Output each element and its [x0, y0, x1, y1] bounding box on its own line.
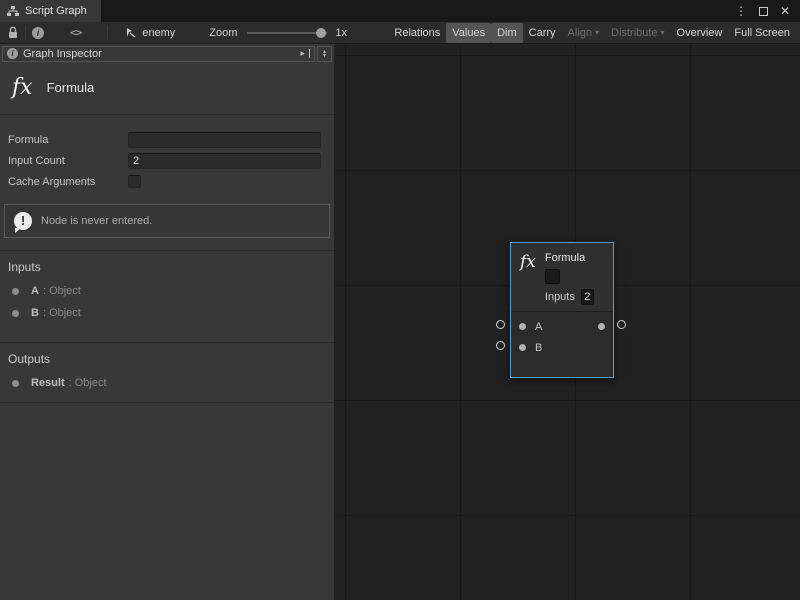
input-count-field-row: Input Count: [0, 150, 334, 171]
distribute-button[interactable]: Distribute ▾: [605, 23, 670, 43]
zoom-value: 1x: [335, 27, 347, 39]
formula-input[interactable]: [128, 132, 321, 148]
inputs-section-title: Inputs: [0, 251, 334, 280]
tab-label: Script Graph: [25, 5, 87, 17]
port-dot: [12, 380, 19, 387]
align-label: Align: [568, 27, 592, 39]
menu-icon[interactable]: ⋮: [735, 5, 747, 17]
input-count-label: Input Count: [8, 155, 128, 167]
maximize-icon[interactable]: [759, 7, 768, 16]
zoom-slider[interactable]: [247, 32, 327, 34]
graph-canvas[interactable]: fx Formula Inputs 2 A: [335, 44, 800, 600]
formula-node[interactable]: fx Formula Inputs 2 A: [510, 242, 614, 378]
arrow-down-icon: ▼: [322, 54, 327, 58]
connection-point-b[interactable]: [496, 341, 505, 350]
unit-title-block: fx Formula: [0, 63, 334, 115]
graph-inspector-panel: i Graph Inspector ▸ ▲ ▼ fx Formula Formu…: [0, 44, 335, 600]
dock-right-icon[interactable]: ▸: [300, 49, 310, 58]
port-dot: [12, 310, 19, 317]
connection-point-result[interactable]: [617, 320, 626, 329]
port-type: : Object: [43, 307, 81, 319]
inspector-header: i Graph Inspector ▸ ▲ ▼: [0, 44, 334, 63]
warning-icon: !: [14, 212, 32, 230]
port-label: A: [535, 321, 542, 333]
node-formula-input[interactable]: [545, 269, 560, 284]
info-icon: i: [7, 48, 18, 59]
input-port-b[interactable]: [519, 344, 526, 351]
connection-point-a[interactable]: [496, 320, 505, 329]
port-dot: [12, 288, 19, 295]
window-controls: ⋮ ✕: [735, 0, 800, 22]
port-name: Result: [31, 377, 65, 389]
relations-button[interactable]: Relations: [388, 23, 446, 43]
tab-script-graph[interactable]: Script Graph: [0, 0, 101, 22]
close-icon[interactable]: ✕: [780, 5, 790, 17]
node-inputs-row: Inputs 2: [545, 289, 594, 305]
port-name: B: [31, 307, 39, 319]
input-count-input[interactable]: [128, 153, 321, 169]
outputs-section-title: Outputs: [0, 343, 334, 372]
node-ports: A B: [511, 311, 613, 377]
input-port-a[interactable]: [519, 323, 526, 330]
lock-icon[interactable]: [7, 26, 19, 39]
dim-button[interactable]: Dim: [491, 23, 523, 43]
carry-button[interactable]: Carry: [523, 23, 562, 43]
titlebar: Script Graph ⋮ ✕: [0, 0, 800, 22]
distribute-label: Distribute: [611, 27, 657, 39]
formula-field-row: Formula: [0, 129, 334, 150]
code-icon[interactable]: <>: [70, 26, 81, 39]
formula-label: Formula: [8, 134, 128, 146]
cache-arguments-field-row: Cache Arguments: [0, 171, 334, 192]
zoom-label: Zoom: [209, 27, 237, 39]
stepper-icon[interactable]: ▲ ▼: [317, 46, 332, 62]
full-screen-button[interactable]: Full Screen: [728, 23, 796, 43]
node-inputs-label: Inputs: [545, 291, 575, 303]
toolbar: i <> enemy Zoom 1x Relations Values Dim …: [0, 22, 800, 44]
warning-text: Node is never entered.: [41, 215, 152, 227]
object-pointer-icon: [126, 27, 137, 38]
fx-icon: fx: [12, 75, 33, 100]
output-port-result[interactable]: [598, 323, 605, 330]
port-row-a: A: [511, 316, 613, 337]
inputs-section: Inputs A : Object B : Object: [0, 250, 334, 330]
unit-name: Formula: [47, 80, 95, 95]
toolbar-separator: [107, 26, 108, 40]
info-icon[interactable]: i: [32, 27, 44, 39]
cache-arguments-label: Cache Arguments: [8, 176, 128, 188]
values-button[interactable]: Values: [446, 23, 491, 43]
toolbar-separator: [25, 26, 26, 40]
overview-button[interactable]: Overview: [671, 23, 729, 43]
output-row-result: Result : Object: [0, 372, 334, 394]
port-type: : Object: [43, 285, 81, 297]
graph-owner[interactable]: enemy: [126, 27, 175, 39]
fx-icon: fx: [520, 252, 536, 305]
formula-node-header: fx Formula Inputs 2: [511, 243, 613, 311]
align-button[interactable]: Align ▾: [562, 23, 605, 43]
warning-box: ! Node is never entered.: [4, 204, 330, 238]
port-name: A: [31, 285, 39, 297]
port-row-b: B: [511, 337, 613, 358]
toolbar-buttons: Relations Values Dim Carry Align ▾ Distr…: [388, 22, 796, 44]
input-row-a: A : Object: [0, 280, 334, 302]
chevron-down-icon: ▾: [595, 29, 599, 37]
outputs-section: Outputs Result : Object: [0, 342, 334, 403]
input-row-b: B : Object: [0, 302, 334, 324]
node-title: Formula: [545, 252, 594, 264]
port-type: : Object: [69, 377, 107, 389]
fields: Formula Input Count Cache Arguments: [0, 115, 334, 192]
cache-arguments-checkbox[interactable]: [128, 175, 141, 188]
graph-owner-label: enemy: [142, 27, 175, 39]
script-graph-icon: [7, 6, 19, 17]
script-graph-window: Script Graph ⋮ ✕ i <> enemy Zoom: [0, 0, 800, 600]
node-input-count[interactable]: 2: [581, 289, 594, 305]
port-label: B: [535, 342, 542, 354]
chevron-down-icon: ▾: [661, 29, 665, 37]
inspector-title: Graph Inspector: [23, 48, 102, 60]
inspector-selector[interactable]: i Graph Inspector ▸: [2, 46, 315, 62]
zoom-slider-handle[interactable]: [316, 28, 326, 38]
